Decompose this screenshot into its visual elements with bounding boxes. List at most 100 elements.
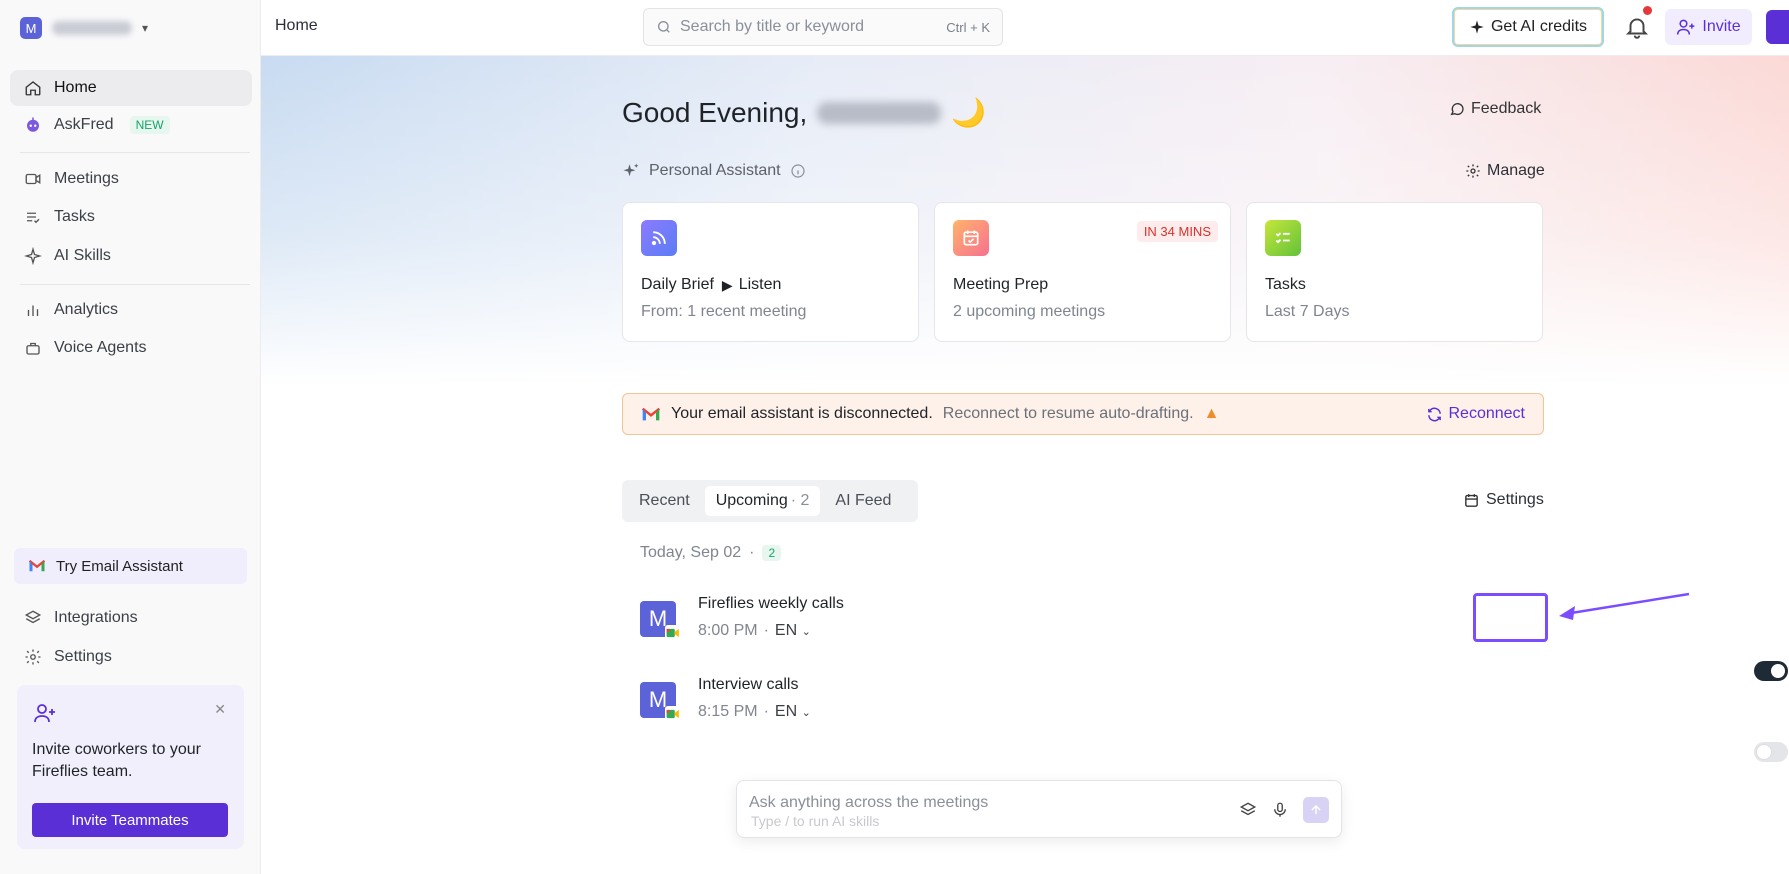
checklist-icon: [1265, 220, 1301, 256]
invite-teammates-button[interactable]: Invite Teammates: [32, 803, 228, 837]
layers-icon: [24, 610, 42, 624]
new-meeting-button[interactable]: [1766, 10, 1789, 44]
meeting-row[interactable]: M Fireflies weekly calls 8:00 PM · EN ⌄: [640, 595, 1540, 655]
sidebar-item-analytics[interactable]: Analytics: [10, 292, 252, 328]
sidebar-item-home[interactable]: Home: [10, 70, 252, 106]
meeting-row[interactable]: M Interview calls 8:15 PM · EN ⌄: [640, 676, 1540, 736]
manage-button[interactable]: Manage: [1465, 162, 1545, 180]
email-disconnected-alert: Your email assistant is disconnected. Re…: [622, 393, 1544, 435]
sidebar-item-label: AskFred: [54, 116, 114, 133]
listen-button[interactable]: ▶ Listen: [722, 276, 781, 294]
user-name-redacted: [817, 101, 942, 124]
card-title: Tasks: [1265, 276, 1306, 293]
microphone-icon[interactable]: [1271, 801, 1289, 819]
card-title: Daily Brief: [641, 276, 714, 293]
chat-bubble-icon: [1450, 103, 1464, 116]
language-value: EN: [774, 703, 798, 720]
sidebar-item-settings[interactable]: Settings: [10, 639, 252, 675]
tasks-icon: [27, 212, 40, 224]
invite-coworkers-card: ✕ Invite coworkers to your Fireflies tea…: [17, 685, 244, 849]
tab-recent[interactable]: Recent: [628, 486, 701, 516]
ask-placeholder: Ask anything across the meetings: [749, 794, 989, 811]
layers-icon[interactable]: [1239, 801, 1257, 819]
date-group-header: Today, Sep 02 · 2: [640, 544, 782, 562]
ask-anything-input[interactable]: Ask anything across the meetings Type / …: [736, 780, 1342, 838]
date-count-badge: 2: [762, 545, 782, 561]
meta-separator: ·: [763, 703, 769, 720]
rss-icon: [641, 220, 677, 256]
language-select[interactable]: EN ⌄: [775, 622, 811, 640]
notetaker-toggle[interactable]: [1754, 742, 1788, 762]
get-ai-credits-button[interactable]: Get AI credits: [1452, 7, 1604, 47]
invite-button[interactable]: Invite: [1665, 9, 1752, 45]
meeting-prep-card[interactable]: IN 34 MINS Meeting Prep 2 upcoming meeti…: [934, 202, 1231, 342]
manage-label: Manage: [1487, 162, 1545, 179]
try-email-label: Try Email Assistant: [56, 557, 183, 575]
sidebar-item-label: AI Skills: [54, 247, 111, 264]
google-meet-icon: [665, 625, 681, 641]
sidebar-item-askfred[interactable]: AskFred NEW: [10, 107, 252, 143]
sidebar-item-label: Home: [54, 79, 97, 96]
gmail-icon: [28, 559, 46, 572]
meeting-tabs: Recent Upcoming · 2 AI Feed: [622, 480, 918, 522]
greeting-text: Good Evening,: [622, 96, 808, 128]
toggle-knob: [1771, 664, 1785, 678]
video-icon: [25, 173, 41, 185]
arrow-up-icon: [1311, 804, 1321, 815]
meeting-time: 8:15 PM: [698, 703, 758, 720]
sidebar-item-ai-skills[interactable]: AI Skills: [10, 238, 252, 274]
daily-brief-card[interactable]: Daily Brief ▶ Listen From: 1 recent meet…: [622, 202, 919, 342]
new-badge: NEW: [129, 116, 170, 134]
notetaker-toggle[interactable]: [1754, 661, 1788, 681]
workspace-switcher[interactable]: M ▾: [20, 17, 148, 39]
sidebar-item-voice-agents[interactable]: Voice Agents: [10, 330, 252, 366]
send-button[interactable]: [1303, 797, 1329, 823]
greeting: Good Evening, 🌙: [622, 96, 986, 129]
calendar-settings-button[interactable]: Settings: [1463, 491, 1544, 509]
card-subtitle: From: 1 recent meeting: [641, 303, 807, 320]
topbar: Home Search by title or keyword Ctrl + K…: [261, 0, 1789, 56]
add-user-icon: [1677, 19, 1695, 35]
search-input[interactable]: Search by title or keyword Ctrl + K: [643, 8, 1003, 46]
sidebar-item-tasks[interactable]: Tasks: [10, 199, 252, 235]
notification-dot: [1643, 6, 1652, 15]
calendar-settings-icon: [1465, 493, 1478, 507]
info-icon[interactable]: [790, 163, 806, 179]
sidebar-item-integrations[interactable]: Integrations: [10, 600, 252, 636]
listen-label: Listen: [738, 276, 782, 293]
reconnect-label: Reconnect: [1448, 405, 1526, 422]
feedback-button[interactable]: Feedback: [1449, 100, 1541, 118]
gear-icon: [25, 649, 41, 665]
sidebar: M ▾ Home AskFred NEW Meetings Tasks AI S…: [0, 0, 261, 874]
tab-count: · 2: [790, 492, 810, 509]
analytics-icon: [27, 305, 39, 316]
date-separator: ·: [749, 544, 755, 561]
sidebar-item-label: Settings: [54, 648, 112, 665]
meeting-title: Interview calls: [698, 676, 799, 693]
meta-separator: ·: [763, 622, 769, 639]
meeting-time: 8:00 PM: [698, 622, 758, 639]
try-email-assistant-button[interactable]: Try Email Assistant: [14, 548, 247, 584]
alert-title: Your email assistant is disconnected.: [671, 405, 933, 422]
settings-label: Settings: [1486, 491, 1544, 508]
sidebar-item-label: Integrations: [54, 609, 138, 626]
tab-ai-feed[interactable]: AI Feed: [824, 486, 902, 516]
feedback-label: Feedback: [1471, 100, 1542, 117]
bell-icon[interactable]: [1624, 14, 1650, 40]
language-select[interactable]: EN ⌄: [775, 703, 811, 721]
personal-assistant-heading: Personal Assistant: [622, 162, 806, 180]
moon-icon: 🌙: [951, 97, 987, 128]
tab-upcoming[interactable]: Upcoming · 2: [704, 486, 821, 516]
google-meet-icon: [665, 706, 681, 722]
reconnect-button[interactable]: Reconnect: [1426, 405, 1526, 423]
sidebar-item-meetings[interactable]: Meetings: [10, 161, 252, 197]
tab-label: Upcoming: [715, 492, 788, 509]
personal-assistant-label: Personal Assistant: [649, 162, 781, 179]
tasks-card[interactable]: Tasks Last 7 Days: [1246, 202, 1543, 342]
main-content: Good Evening, 🌙 Feedback Personal Assist…: [261, 56, 1789, 874]
home-icon: [25, 81, 41, 96]
search-placeholder: Search by title or keyword: [680, 18, 865, 35]
close-icon[interactable]: ✕: [214, 701, 226, 718]
meeting-title: Fireflies weekly calls: [698, 595, 844, 612]
invite-label: Invite: [1702, 18, 1741, 35]
